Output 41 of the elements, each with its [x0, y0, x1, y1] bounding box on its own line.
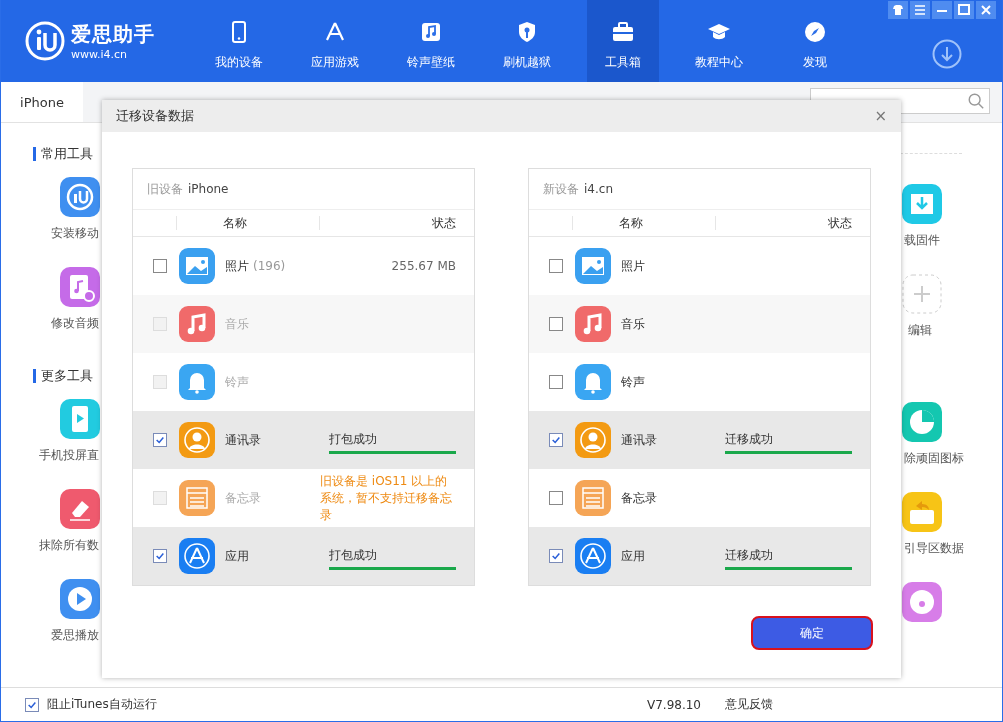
device-name: iPhone [188, 182, 229, 196]
tool-label: 手机投屏直 [39, 447, 99, 464]
checkbox-label: 阻止iTunes自动运行 [47, 696, 157, 713]
tool-label: 编辑 [908, 322, 932, 339]
item-name: 应用 [225, 547, 249, 565]
site-address: www.i4.cn [71, 48, 129, 61]
status-text: 打包成功 [329, 431, 378, 448]
column-header: 状态 [828, 214, 852, 232]
item-name: 通讯录 [225, 431, 261, 449]
status-text: 打包成功 [329, 547, 378, 564]
item-name: 铃声 [621, 373, 645, 391]
tool-label: 载固件 [904, 232, 940, 249]
warning-text: 旧设备是 iOS11 以上的系统，暂不支持迁移备忘录 [320, 473, 453, 524]
tool-label: 引导区数据 [904, 540, 964, 557]
device-name: i4.cn [584, 182, 613, 196]
item-name: 音乐 [225, 315, 249, 333]
tool-label: 除顽固图标 [904, 450, 964, 467]
status-text: 迁移成功 [725, 547, 774, 564]
item-name: 照片 [225, 257, 249, 275]
column-header: 名称 [223, 214, 247, 232]
tool-label: 安装移动 [51, 225, 99, 242]
item-name: 音乐 [621, 315, 645, 333]
item-size: 255.67 MB [391, 259, 456, 273]
item-name: 备忘录 [621, 489, 657, 507]
column-header: 名称 [619, 214, 643, 232]
tool-label: 修改音频 [51, 315, 99, 332]
column-header: 状态 [432, 214, 456, 232]
tool-label: 爱思播放 [51, 627, 99, 644]
device-label: 新设备 [543, 180, 579, 198]
version-label: V7.98.10 [647, 697, 701, 712]
item-count: (196) [253, 259, 286, 273]
tool-label: 抹除所有数 [39, 537, 99, 554]
item-name: 铃声 [225, 373, 249, 391]
item-name: 应用 [621, 547, 645, 565]
app-name: 爱思助手 [71, 21, 155, 48]
status-text: 迁移成功 [725, 431, 774, 448]
item-name: 备忘录 [225, 489, 261, 507]
item-name: 通讯录 [621, 431, 657, 449]
item-name: 照片 [621, 257, 645, 275]
dialog-title: 迁移设备数据 [116, 107, 194, 125]
device-label: 旧设备 [147, 180, 183, 198]
